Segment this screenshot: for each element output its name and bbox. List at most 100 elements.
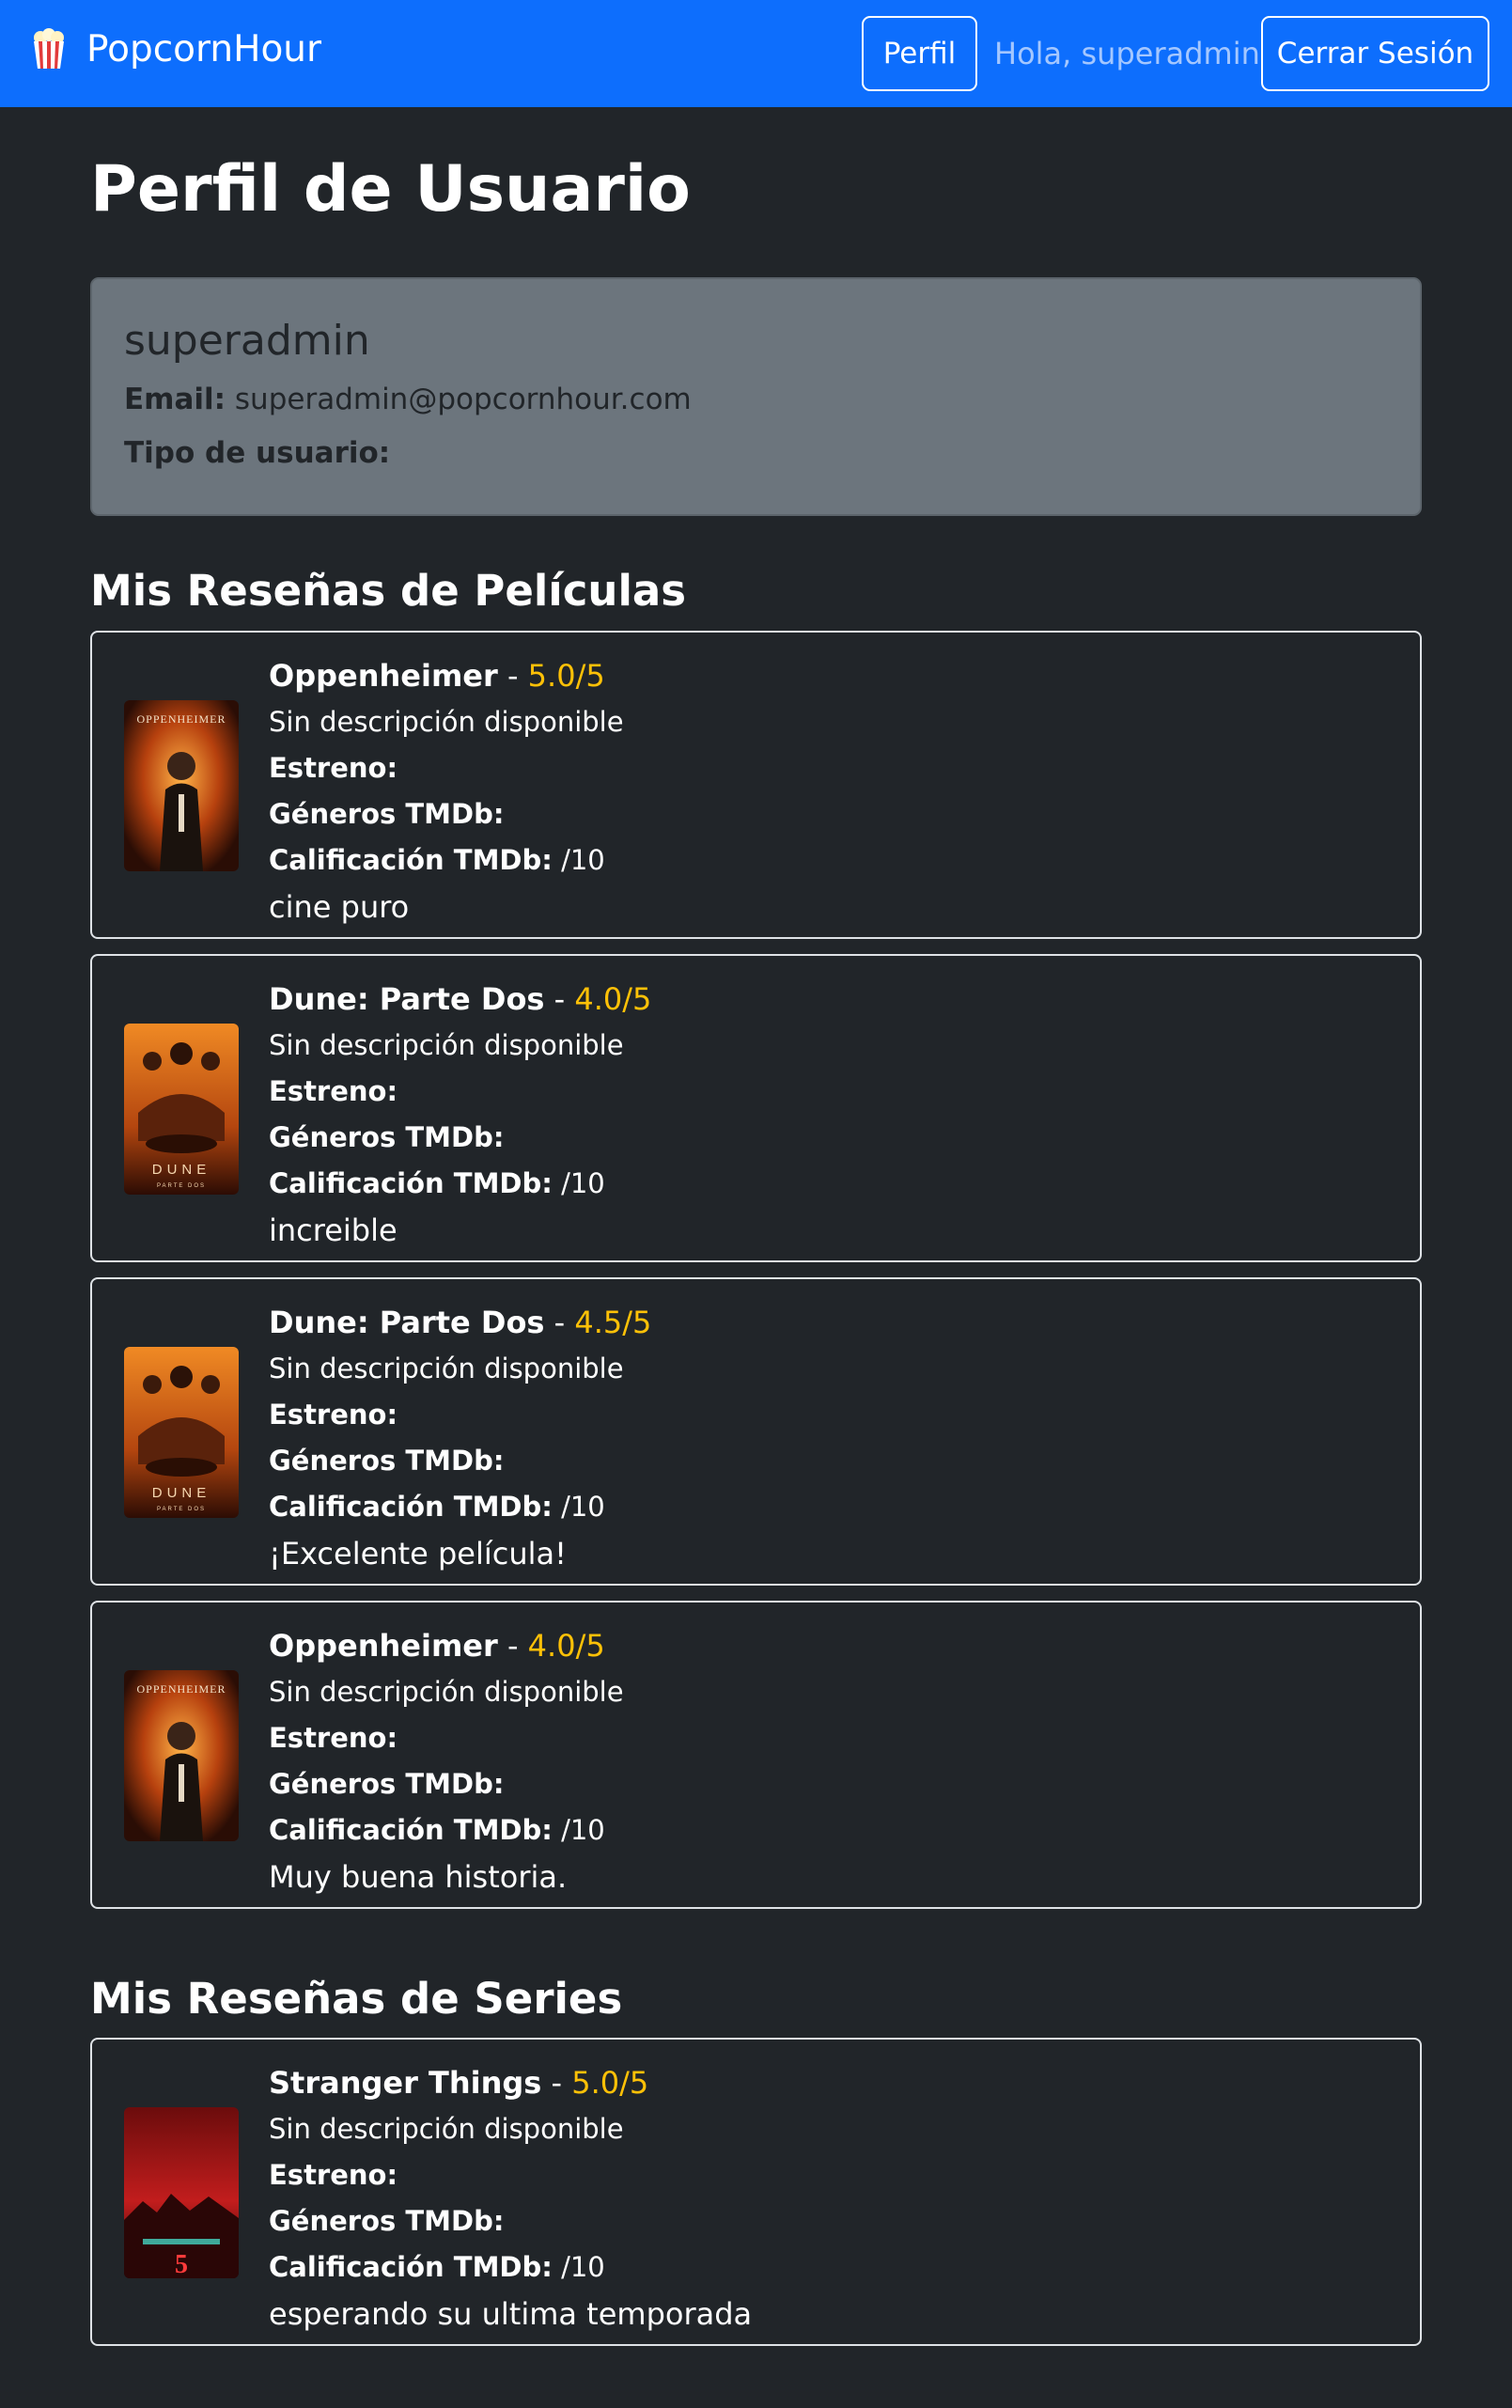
email-label: Email: [124, 383, 226, 416]
review-description: Sin descripción disponible [269, 706, 624, 738]
tmdb-label: Calificación TMDb: [269, 844, 553, 876]
svg-text:OPPENHEIMER: OPPENHEIMER [136, 1682, 226, 1696]
tmdb-value: /10 [561, 1167, 605, 1199]
title-separator: - [497, 658, 528, 694]
tmdb-label: Calificación TMDb: [269, 1167, 553, 1199]
review-info: Dune: Parte Dos - 4.5/5 Sin descripción … [269, 1300, 651, 1577]
genres-row: Géneros TMDb: [269, 1761, 624, 1807]
genres-row: Géneros TMDb: [269, 1115, 651, 1161]
svg-text:DUNE: DUNE [152, 1162, 211, 1178]
genres-row: Géneros TMDb: [269, 2198, 752, 2244]
dune-poster: DUNE PARTE DOS [124, 1024, 239, 1195]
release-label: Estreno: [269, 1075, 398, 1107]
tmdb-label: Calificación TMDb: [269, 1814, 553, 1846]
svg-text:PARTE DOS: PARTE DOS [157, 1507, 206, 1512]
release-row: Estreno: [269, 1069, 651, 1115]
title-separator: - [544, 981, 575, 1017]
review-comment: Muy buena historia. [269, 1859, 568, 1895]
review-description: Sin descripción disponible [269, 1353, 624, 1384]
tmdb-value: /10 [561, 844, 605, 876]
svg-text:5: 5 [175, 2250, 188, 2278]
review-title: Stranger Things [269, 2065, 542, 2101]
review-comment: increible [269, 1212, 397, 1248]
review-rating: 5.0/5 [571, 2065, 649, 2101]
release-row: Estreno: [269, 1392, 651, 1438]
navbar: PopcornHour Perfil Hola, superadmin Cerr… [0, 0, 1512, 107]
email-value: superadmin@popcornhour.com [234, 383, 692, 416]
oppenheimer-poster: OPPENHEIMER [124, 1670, 239, 1841]
release-row: Estreno: [269, 2152, 752, 2198]
tmdb-row: Calificación TMDb: /10 [269, 1484, 651, 1530]
review-description: Sin descripción disponible [269, 1676, 624, 1708]
tmdb-row: Calificación TMDb: /10 [269, 1807, 624, 1853]
review-info: Dune: Parte Dos - 4.0/5 Sin descripción … [269, 977, 651, 1254]
review-comment: cine puro [269, 889, 410, 925]
user-type-label: Tipo de usuario: [124, 436, 391, 470]
genres-row: Géneros TMDb: [269, 1438, 651, 1484]
genres-label: Géneros TMDb: [269, 798, 505, 830]
release-label: Estreno: [269, 752, 398, 784]
review-title-line: Stranger Things - 5.0/5 [269, 2060, 752, 2106]
review-title: Dune: Parte Dos [269, 1305, 545, 1340]
genres-label: Géneros TMDb: [269, 1121, 505, 1153]
review-info: Oppenheimer - 4.0/5 Sin descripción disp… [269, 1623, 624, 1900]
review-title-line: Oppenheimer - 5.0/5 [269, 653, 624, 699]
popcorn-icon [34, 28, 64, 69]
logout-button[interactable]: Cerrar Sesión [1261, 16, 1489, 91]
tmdb-row: Calificación TMDb: /10 [269, 2244, 752, 2291]
release-row: Estreno: [269, 745, 624, 791]
stranger-things-poster-art: 5 [124, 2107, 239, 2278]
dune-poster-art: DUNE PARTE DOS [124, 1347, 239, 1518]
profile-button[interactable]: Perfil [862, 16, 977, 91]
dune-poster: DUNE PARTE DOS [124, 1347, 239, 1518]
tmdb-row: Calificación TMDb: /10 [269, 837, 624, 883]
stranger-things-poster: 5 [124, 2107, 239, 2278]
review-card: 5 Stranger Things - 5.0/5 Sin descripció… [90, 2038, 1422, 2346]
review-title-line: Dune: Parte Dos - 4.5/5 [269, 1300, 651, 1346]
review-title-line: Oppenheimer - 4.0/5 [269, 1623, 624, 1669]
user-type-row: Tipo de usuario: [124, 436, 390, 470]
review-info: Oppenheimer - 5.0/5 Sin descripción disp… [269, 653, 624, 930]
svg-text:DUNE: DUNE [152, 1485, 211, 1501]
tmdb-value: /10 [561, 1491, 605, 1523]
review-rating: 4.0/5 [527, 1628, 605, 1664]
oppenheimer-poster-art: OPPENHEIMER [124, 700, 239, 871]
movies-section-title: Mis Reseñas de Películas [90, 566, 687, 616]
email-row: Email: superadmin@popcornhour.com [124, 383, 692, 416]
title-separator: - [544, 1305, 575, 1340]
genres-row: Géneros TMDb: [269, 791, 624, 837]
review-rating: 4.0/5 [574, 981, 652, 1017]
review-card: OPPENHEIMER Oppenheimer - 4.0/5 Sin desc… [90, 1601, 1422, 1909]
genres-label: Géneros TMDb: [269, 1445, 505, 1477]
review-comment: ¡Excelente película! [269, 1536, 567, 1571]
review-title: Oppenheimer [269, 1628, 498, 1664]
review-card: OPPENHEIMER Oppenheimer - 5.0/5 Sin desc… [90, 631, 1422, 939]
tmdb-label: Calificación TMDb: [269, 2251, 553, 2283]
review-info: Stranger Things - 5.0/5 Sin descripción … [269, 2060, 752, 2338]
tmdb-label: Calificación TMDb: [269, 1491, 553, 1523]
tmdb-value: /10 [561, 1814, 605, 1846]
page-title: Perfil de Usuario [90, 152, 691, 227]
user-card: superadmin Email: superadmin@popcornhour… [90, 277, 1422, 516]
review-title: Dune: Parte Dos [269, 981, 545, 1017]
greeting-text: Hola, superadmin [994, 36, 1260, 71]
dune-poster-art: DUNE PARTE DOS [124, 1024, 239, 1195]
review-title: Oppenheimer [269, 658, 498, 694]
review-description: Sin descripción disponible [269, 1029, 624, 1061]
release-label: Estreno: [269, 2159, 398, 2191]
title-separator: - [497, 1628, 528, 1664]
release-label: Estreno: [269, 1722, 398, 1754]
brand-link[interactable]: PopcornHour [30, 28, 321, 70]
svg-text:OPPENHEIMER: OPPENHEIMER [136, 712, 226, 726]
genres-label: Géneros TMDb: [269, 1768, 505, 1800]
review-title-line: Dune: Parte Dos - 4.0/5 [269, 977, 651, 1023]
series-section-title: Mis Reseñas de Series [90, 1974, 623, 2024]
title-separator: - [541, 2065, 572, 2101]
release-label: Estreno: [269, 1399, 398, 1431]
review-card: DUNE PARTE DOS Dune: Parte Dos - 4.0/5 S… [90, 954, 1422, 1262]
username: superadmin [124, 317, 370, 365]
review-comment: esperando su ultima temporada [269, 2296, 753, 2332]
brand-name: PopcornHour [86, 27, 322, 70]
genres-label: Géneros TMDb: [269, 2205, 505, 2237]
review-card: DUNE PARTE DOS Dune: Parte Dos - 4.5/5 S… [90, 1277, 1422, 1586]
